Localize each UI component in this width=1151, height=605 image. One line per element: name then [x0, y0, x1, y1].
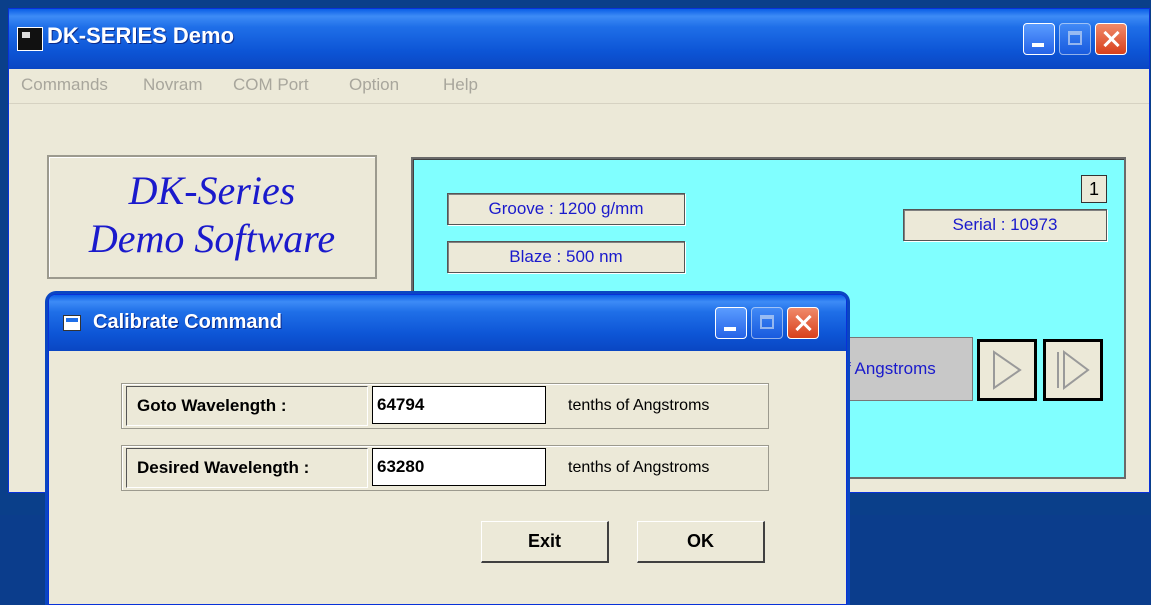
maximize-button — [1059, 23, 1091, 55]
goto-wavelength-input[interactable] — [372, 386, 546, 424]
logo-line-1: DK-Series — [128, 168, 296, 213]
logo-box: DK-Series Demo Software — [47, 155, 377, 279]
desired-wavelength-row: Desired Wavelength : tenths of Angstroms — [121, 445, 769, 491]
main-titlebar[interactable]: DK-SERIES Demo — [9, 9, 1149, 69]
close-button[interactable] — [1095, 23, 1127, 55]
skip-forward-button[interactable] — [1043, 339, 1103, 401]
panel-number: 1 — [1081, 175, 1107, 203]
play-icon — [993, 350, 1022, 390]
app-icon — [17, 27, 43, 51]
desired-wavelength-label: Desired Wavelength : — [126, 448, 368, 488]
main-window-title: DK-SERIES Demo — [47, 23, 235, 48]
menu-commands[interactable]: Commands — [21, 75, 108, 95]
minimize-button[interactable] — [1023, 23, 1055, 55]
dialog-icon — [63, 315, 81, 331]
desired-wavelength-unit: tenths of Angstroms — [568, 459, 710, 476]
dialog-titlebar[interactable]: Calibrate Command — [49, 295, 846, 351]
units-label: f Angstroms — [833, 337, 973, 401]
logo-line-2: Demo Software — [88, 216, 336, 261]
exit-button[interactable]: Exit — [481, 521, 609, 563]
calibrate-dialog: Calibrate Command Goto Wavelength : tent… — [48, 294, 847, 605]
step-forward-button[interactable] — [977, 339, 1037, 401]
skip-forward-icon — [1057, 350, 1090, 390]
menu-bar: Commands Novram COM Port Option Help — [9, 69, 1149, 104]
menu-option[interactable]: Option — [349, 75, 399, 95]
goto-wavelength-row: Goto Wavelength : tenths of Angstroms — [121, 383, 769, 429]
goto-wavelength-label: Goto Wavelength : — [126, 386, 368, 426]
dialog-title: Calibrate Command — [93, 311, 282, 333]
goto-wavelength-unit: tenths of Angstroms — [568, 397, 710, 414]
serial-label: Serial : 10973 — [903, 209, 1107, 241]
dialog-close-button[interactable] — [787, 307, 819, 339]
desired-wavelength-input[interactable] — [372, 448, 546, 486]
dialog-maximize-button — [751, 307, 783, 339]
blaze-label: Blaze : 500 nm — [447, 241, 685, 273]
menu-com-port[interactable]: COM Port — [233, 75, 309, 95]
menu-help[interactable]: Help — [443, 75, 478, 95]
dialog-minimize-button[interactable] — [715, 307, 747, 339]
groove-label: Groove : 1200 g/mm — [447, 193, 685, 225]
ok-button[interactable]: OK — [637, 521, 765, 563]
menu-novram[interactable]: Novram — [143, 75, 203, 95]
